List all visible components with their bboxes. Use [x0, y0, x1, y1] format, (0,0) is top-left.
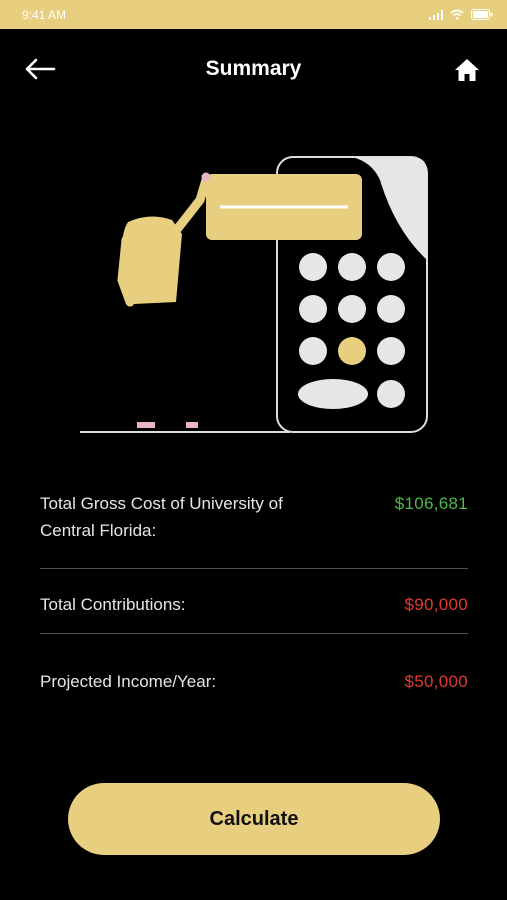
home-button[interactable]: [451, 54, 483, 86]
person-at-calculator-illustration: [0, 140, 507, 450]
nav-bar: Summary: [0, 40, 507, 100]
contributions-label: Total Contributions:: [40, 595, 186, 614]
cellular-signal-icon: [429, 9, 443, 20]
calculate-button[interactable]: Calculate: [68, 783, 440, 855]
contributions-value: $90,000: [404, 595, 468, 614]
projected-income-label: Projected Income/Year:: [40, 672, 217, 691]
gross-cost-value: $106,681: [394, 494, 468, 513]
projected-income-value: $50,000: [404, 672, 468, 691]
status-time: 9:41 AM: [22, 7, 67, 22]
gross-cost-label: Total Gross Cost of University of Centra…: [40, 494, 283, 540]
summary-row-projected-income: Projected Income/Year: $50,000: [40, 634, 468, 695]
battery-icon: [471, 9, 493, 20]
home-icon: [455, 59, 479, 81]
summary-list: Total Gross Cost of University of Centra…: [40, 490, 468, 695]
summary-row-gross-cost: Total Gross Cost of University of Centra…: [40, 490, 468, 568]
summary-row-contributions: Total Contributions: $90,000: [40, 569, 468, 633]
page-title: Summary: [205, 57, 302, 80]
status-bar: 9:41 AM: [0, 0, 507, 29]
wifi-icon: [450, 9, 464, 20]
status-icons: [429, 9, 493, 20]
